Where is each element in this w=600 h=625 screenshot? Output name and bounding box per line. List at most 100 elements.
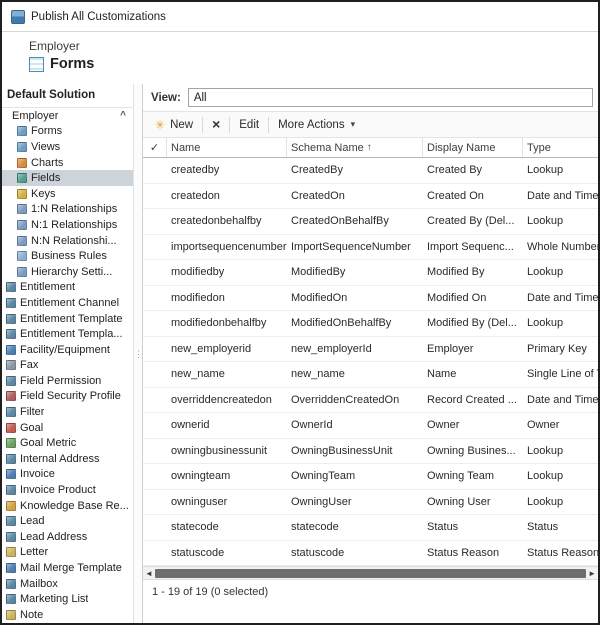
sidebar-splitter[interactable]: ⋮	[133, 84, 142, 623]
column-header-schema-name[interactable]: Schema Name ↑	[287, 138, 423, 157]
field-row-modifiedonbehalfby[interactable]: modifiedonbehalfbyModifiedOnBehalfByModi…	[143, 311, 598, 337]
sidebar-item-label: Knowledge Base Re...	[20, 500, 129, 512]
hierarchy-settings-icon	[17, 267, 27, 277]
sidebar-item-internal-address[interactable]: Internal Address	[2, 451, 133, 467]
sidebar-item-1-n-relationships[interactable]: 1:N Relationships	[2, 202, 133, 218]
sidebar-item-mailbox[interactable]: Mailbox	[2, 576, 133, 592]
view-dropdown-value: All	[194, 92, 207, 104]
sidebar-item-fields[interactable]: Fields	[2, 170, 133, 186]
sidebar-item-goal[interactable]: Goal	[2, 420, 133, 436]
publish-all-customizations-button[interactable]: Publish All Customizations	[11, 10, 166, 24]
field-name-cell: owninguser	[167, 496, 287, 508]
more-actions-button[interactable]: More Actions ▾	[270, 116, 363, 134]
sidebar-item-label: Invoice Product	[20, 484, 96, 496]
sidebar-item-letter[interactable]: Letter	[2, 545, 133, 561]
grid-toolbar: ✳ New × Edit More Actions ▾	[143, 111, 598, 138]
field-schema-cell: OwningTeam	[287, 470, 423, 482]
sidebar-item-label: Facility/Equipment	[20, 344, 110, 356]
field-schema-cell: OverriddenCreatedOn	[287, 394, 423, 406]
field-schema-cell: ModifiedOnBehalfBy	[287, 317, 423, 329]
field-row-modifiedon[interactable]: modifiedonModifiedOnModified OnDate and …	[143, 286, 598, 312]
scroll-right-icon[interactable]: ►	[588, 568, 596, 579]
column-header-name-label: Name	[171, 142, 200, 154]
sidebar-item-lead[interactable]: Lead	[2, 513, 133, 529]
sidebar-item-entitlement-templa[interactable]: Entitlement Templa...	[2, 326, 133, 342]
field-row-createdby[interactable]: createdbyCreatedByCreated ByLookup	[143, 158, 598, 184]
field-row-owninguser[interactable]: owninguserOwningUserOwning UserLookup	[143, 490, 598, 516]
field-row-owningteam[interactable]: owningteamOwningTeamOwning TeamLookup	[143, 464, 598, 490]
select-all-column-header[interactable]: ✓	[143, 138, 167, 157]
entity-icon	[6, 563, 16, 573]
field-row-statecode[interactable]: statecodestatecodeStatusStatus	[143, 515, 598, 541]
sidebar-item-label: Field Security Profile	[20, 390, 121, 402]
sidebar-item-label: Entitlement Templa...	[20, 328, 123, 340]
sidebar-item-field-security-profile[interactable]: Field Security Profile	[2, 389, 133, 405]
sidebar-item-employer[interactable]: Employer^	[2, 108, 133, 124]
sidebar-item-forms[interactable]: Forms	[2, 124, 133, 140]
sidebar-item-keys[interactable]: Keys	[2, 186, 133, 202]
entity-icon	[6, 501, 16, 511]
new-button[interactable]: ✳ New	[147, 116, 201, 134]
field-row-new-employerid[interactable]: new_employeridnew_employerIdEmployerPrim…	[143, 337, 598, 363]
entity-icon	[6, 469, 16, 479]
sidebar-item-mail-merge-template[interactable]: Mail Merge Template	[2, 560, 133, 576]
scrollbar-thumb[interactable]	[155, 569, 586, 578]
views-icon	[17, 142, 27, 152]
column-header-type[interactable]: Type	[523, 138, 598, 157]
entity-icon	[6, 282, 16, 292]
field-type-cell: Lookup	[523, 215, 598, 227]
field-row-modifiedby[interactable]: modifiedbyModifiedByModified ByLookup	[143, 260, 598, 286]
entity-icon	[6, 345, 16, 355]
field-name-cell: overriddencreatedon	[167, 394, 287, 406]
sidebar-item-business-rules[interactable]: Business Rules	[2, 248, 133, 264]
edit-button[interactable]: Edit	[231, 116, 267, 134]
sidebar-item-hierarchy-setti[interactable]: Hierarchy Setti...	[2, 264, 133, 280]
entity-name: Employer	[29, 39, 598, 53]
field-row-new-name[interactable]: new_namenew_nameNameSingle Line of Text	[143, 362, 598, 388]
column-header-name[interactable]: Name	[167, 138, 287, 157]
entity-icon	[6, 314, 16, 324]
sidebar-item-note[interactable]: Note	[2, 607, 133, 623]
field-row-createdonbehalfby[interactable]: createdonbehalfbyCreatedOnBehalfByCreate…	[143, 209, 598, 235]
field-row-statuscode[interactable]: statuscodestatuscodeStatus ReasonStatus …	[143, 541, 598, 567]
sidebar-item-fax[interactable]: Fax	[2, 358, 133, 374]
sidebar-item-charts[interactable]: Charts	[2, 155, 133, 171]
view-dropdown[interactable]: All	[188, 88, 593, 107]
sidebar-item-n-n-relationshi[interactable]: N:N Relationshi...	[2, 233, 133, 249]
field-row-ownerid[interactable]: owneridOwnerIdOwnerOwner	[143, 413, 598, 439]
sidebar-item-invoice[interactable]: Invoice	[2, 467, 133, 483]
sidebar-item-lead-address[interactable]: Lead Address	[2, 529, 133, 545]
field-schema-cell: new_employerId	[287, 343, 423, 355]
sidebar-item-label: Goal	[20, 422, 43, 434]
sidebar-item-entitlement-channel[interactable]: Entitlement Channel	[2, 295, 133, 311]
sidebar-item-field-permission[interactable]: Field Permission	[2, 373, 133, 389]
sidebar-item-n-1-relationships[interactable]: N:1 Relationships	[2, 217, 133, 233]
sidebar-item-entitlement[interactable]: Entitlement	[2, 280, 133, 296]
field-row-owningbusinessunit[interactable]: owningbusinessunitOwningBusinessUnitOwni…	[143, 439, 598, 465]
delete-button[interactable]: ×	[204, 115, 228, 134]
field-display-cell: Modified By	[423, 266, 523, 278]
field-display-cell: Status Reason	[423, 547, 523, 559]
field-row-overriddencreatedon[interactable]: overriddencreatedonOverriddenCreatedOnRe…	[143, 388, 598, 414]
sidebar-item-facility-equipment[interactable]: Facility/Equipment	[2, 342, 133, 358]
field-row-createdon[interactable]: createdonCreatedOnCreated OnDate and Tim…	[143, 184, 598, 210]
new-icon: ✳	[155, 119, 165, 131]
field-display-cell: Import Sequenc...	[423, 241, 523, 253]
collapse-chevron-icon[interactable]: ^	[120, 110, 126, 121]
sidebar-item-marketing-list[interactable]: Marketing List	[2, 591, 133, 607]
field-type-cell: Primary Key	[523, 343, 598, 355]
more-actions-label: More Actions	[278, 119, 344, 131]
scroll-left-icon[interactable]: ◄	[145, 568, 153, 579]
field-row-importsequencenumber[interactable]: importsequencenumberImportSequenceNumber…	[143, 235, 598, 261]
entity-icon	[6, 610, 16, 620]
status-bar: 1 - 19 of 19 (0 selected)	[143, 579, 598, 603]
field-type-cell: Status Reason	[523, 547, 598, 559]
sidebar-item-goal-metric[interactable]: Goal Metric	[2, 435, 133, 451]
horizontal-scrollbar[interactable]: ◄ ►	[143, 566, 598, 579]
sidebar-item-invoice-product[interactable]: Invoice Product	[2, 482, 133, 498]
sidebar-item-entitlement-template[interactable]: Entitlement Template	[2, 311, 133, 327]
sidebar-item-filter[interactable]: Filter	[2, 404, 133, 420]
sidebar-item-knowledge-base-re[interactable]: Knowledge Base Re...	[2, 498, 133, 514]
column-header-display-name[interactable]: Display Name	[423, 138, 523, 157]
sidebar-item-views[interactable]: Views	[2, 139, 133, 155]
